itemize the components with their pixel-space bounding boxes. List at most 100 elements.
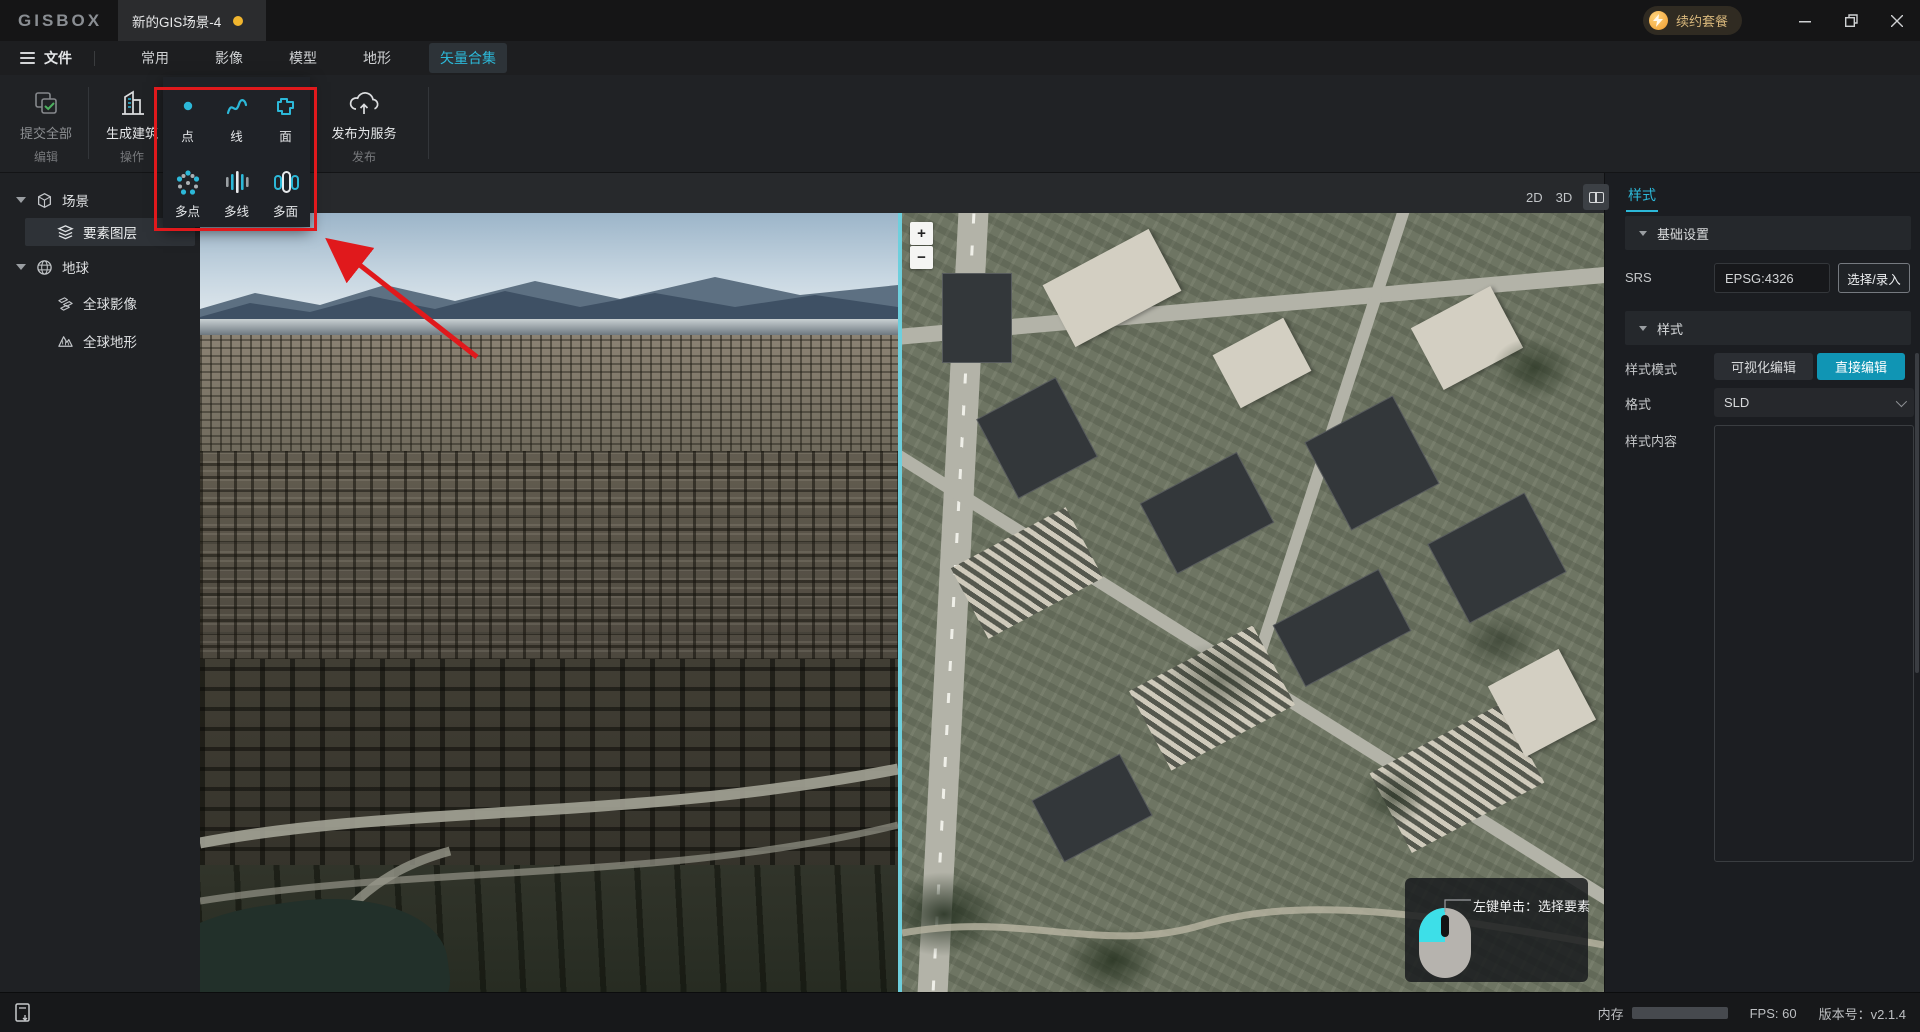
publish-service-button[interactable]: [346, 86, 382, 120]
mouse-icon: [1419, 908, 1471, 978]
mouse-wheel-icon: [1441, 915, 1449, 937]
direct-edit-button[interactable]: 直接编辑: [1817, 353, 1905, 380]
viewport-header: [200, 173, 1604, 213]
srs-input[interactable]: [1714, 263, 1830, 293]
tool-multipoint[interactable]: 多点: [163, 152, 212, 227]
console-panel-icon: [15, 1003, 30, 1022]
zoom-in-button[interactable]: +: [910, 222, 933, 245]
tree-item-earth-label: 地球: [62, 261, 89, 276]
tool-multiline-label: 多线: [223, 205, 249, 219]
caret-down-icon[interactable]: [16, 197, 26, 203]
tool-polygon[interactable]: 面: [261, 77, 310, 152]
version-indicator: 版本号：v2.1.4: [1818, 1006, 1906, 1022]
submit-all-group: 提交全部 编辑: [8, 75, 84, 173]
lightning-icon: [1648, 11, 1668, 30]
menu-imagery[interactable]: 影像: [215, 48, 243, 68]
tool-line[interactable]: 线: [212, 77, 261, 152]
style-content-label: 样式内容: [1625, 434, 1678, 449]
tool-line-label: 线: [230, 130, 243, 144]
split-view-divider[interactable]: [898, 213, 902, 992]
format-select[interactable]: SLD: [1714, 388, 1914, 417]
menu-vector-collection[interactable]: 矢量合集: [429, 43, 507, 73]
status-bar: 内存 FPS: 60 版本号：v2.1.4: [0, 992, 1920, 1032]
section-basic-settings[interactable]: 基础设置: [1625, 216, 1911, 250]
menu-model[interactable]: 模型: [289, 48, 317, 68]
generate-building-button[interactable]: [117, 86, 147, 120]
split-view-button[interactable]: [1583, 184, 1610, 210]
menu-common[interactable]: 常用: [141, 48, 169, 68]
submit-all-label: 提交全部: [19, 126, 72, 141]
tool-polygon-label: 面: [279, 130, 292, 144]
menu-terrain[interactable]: 地形: [363, 48, 391, 68]
minimize-button[interactable]: [1782, 0, 1828, 41]
menu-separator: [94, 50, 95, 66]
point-icon: [174, 90, 202, 124]
map-zoom-control: + −: [910, 222, 933, 269]
polygon-icon: [272, 90, 300, 124]
unsaved-dot-icon: [233, 15, 244, 26]
menu-file[interactable]: 文件: [44, 48, 72, 68]
tool-point-label: 点: [181, 130, 194, 144]
renew-plan-button[interactable]: 续约套餐: [1642, 6, 1742, 35]
multipoint-icon: [174, 165, 202, 199]
tab-style[interactable]: 样式: [1626, 185, 1658, 212]
view-mode-toggle: 2D 3D: [1524, 184, 1610, 210]
satellite-2d-view[interactable]: [902, 213, 1604, 992]
tree-item-global-imagery-label: 全球影像: [83, 297, 137, 312]
edit-group-caption: 编辑: [33, 150, 58, 164]
hamburger-icon: [20, 49, 35, 67]
scene-box-icon: [34, 192, 54, 209]
building-icon: [122, 90, 144, 115]
foreground-roads: [200, 763, 898, 992]
window-controls: [1782, 0, 1920, 41]
scene-tab[interactable]: 新的GIS场景-4: [118, 0, 266, 41]
scene-tab-title: 新的GIS场景-4: [132, 14, 222, 30]
zoom-out-button[interactable]: −: [910, 246, 933, 269]
mouse-hint-text: 左键单击：选择要素: [1473, 899, 1591, 914]
submit-all-button[interactable]: [31, 86, 61, 120]
tool-multipoint-label: 多点: [174, 205, 200, 219]
srs-label: SRS: [1625, 270, 1652, 285]
generate-building-group: 生成建筑 操作: [94, 75, 170, 173]
generate-building-label: 生成建筑: [105, 126, 158, 141]
scene-3d-view[interactable]: [200, 213, 898, 992]
tool-multipolygon-label: 多面: [272, 205, 298, 219]
fps-indicator: FPS: 60: [1749, 1005, 1797, 1021]
mouse-hint-overlay: 左键单击：选择要素: [1405, 878, 1591, 982]
ribbon-separator: [88, 87, 89, 159]
caret-down-icon: [1639, 325, 1647, 331]
tool-multiline[interactable]: 多线: [212, 152, 261, 227]
section-style[interactable]: 样式: [1625, 311, 1911, 345]
panel-scrollbar[interactable]: [1915, 353, 1919, 673]
restore-button[interactable]: [1828, 0, 1874, 41]
memory-bar: [1631, 1007, 1728, 1019]
publish-service-label: 发布为服务: [331, 126, 397, 141]
section-style-label: 样式: [1657, 321, 1684, 337]
layer-tree-sidebar: 场景 要素图层 地球 全球影像 全球地形: [0, 173, 200, 992]
cloud-upload-icon: [349, 92, 379, 114]
publish-group-caption: 发布: [351, 150, 376, 164]
title-bar: GISBOX 新的GIS场景-4 续约套餐: [0, 0, 1920, 41]
tree-item-earth[interactable]: 地球: [0, 253, 200, 281]
status-indicators: 内存 FPS: 60 版本号：v2.1.4: [1598, 993, 1906, 1032]
memory-label: 内存: [1597, 1006, 1624, 1022]
style-content-editor[interactable]: [1714, 425, 1914, 862]
terrain-icon: [55, 333, 75, 350]
toggle-2d-button[interactable]: 2D: [1524, 187, 1545, 208]
close-button[interactable]: [1874, 0, 1920, 41]
tool-point[interactable]: 点: [163, 77, 212, 152]
app-logo: GISBOX: [18, 10, 103, 30]
tree-item-global-imagery[interactable]: 全球影像: [0, 289, 200, 317]
memory-indicator: 内存: [1598, 1004, 1728, 1023]
tool-multipolygon[interactable]: 多面: [261, 152, 310, 227]
menu-bar: 文件 常用 影像 模型 地形 矢量合集: [0, 41, 1920, 75]
caret-down-icon: [1639, 230, 1647, 236]
visual-edit-button[interactable]: 可视化编辑: [1714, 353, 1813, 380]
srs-select-button[interactable]: 选择/录入: [1838, 263, 1910, 293]
caret-down-icon[interactable]: [16, 264, 26, 270]
tree-item-global-terrain[interactable]: 全球地形: [0, 327, 200, 355]
creek-path: [902, 906, 1604, 949]
imagery-icon: [55, 295, 75, 312]
toggle-3d-button[interactable]: 3D: [1554, 187, 1575, 208]
console-panel-button[interactable]: [10, 1000, 36, 1026]
